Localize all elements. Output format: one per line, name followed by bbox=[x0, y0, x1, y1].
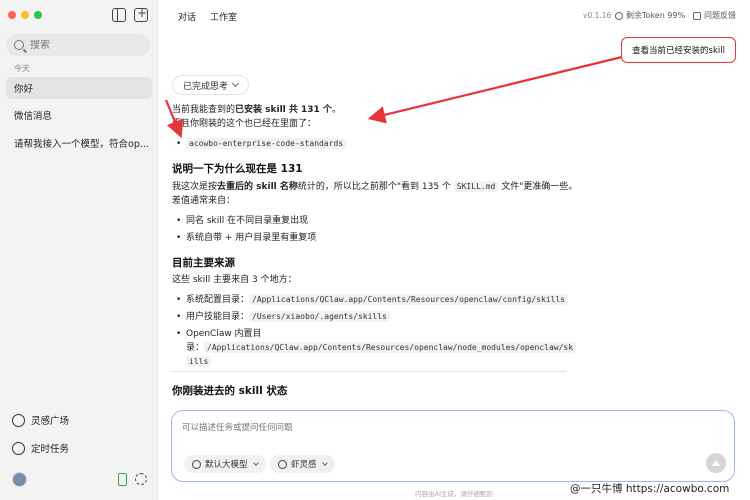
chevron-down-icon bbox=[231, 79, 240, 88]
clock-icon bbox=[12, 441, 25, 455]
inspiration-square-label: 灵感广场 bbox=[31, 416, 70, 427]
watermark: @一只牛博 https://acowbo.com bbox=[570, 483, 730, 495]
inspiration-square-button[interactable]: 灵感广场 bbox=[12, 413, 69, 427]
list-item: 系统自带 + 用户目录里有重复项 bbox=[176, 231, 316, 245]
search-input[interactable] bbox=[30, 39, 140, 51]
search-icon bbox=[14, 40, 24, 50]
list-item: 系统配置目录：/Applications/QClaw.app/Contents/… bbox=[176, 293, 569, 307]
message-input[interactable] bbox=[182, 421, 722, 437]
feedback-icon bbox=[693, 11, 701, 20]
maximize-window-button[interactable] bbox=[34, 11, 42, 19]
chat-item[interactable]: 请帮我接入一个模型，符合op... bbox=[6, 132, 152, 154]
tab-chat[interactable]: 对话 bbox=[178, 10, 196, 23]
gear-icon[interactable] bbox=[135, 473, 147, 485]
minimize-window-button[interactable] bbox=[21, 11, 29, 19]
ai-disclaimer: 内容由AI生成，请仔细甄别 bbox=[415, 490, 493, 498]
scheduled-tasks-button[interactable]: 定时任务 bbox=[12, 441, 69, 455]
composer: 默认大模型 虾灵感 bbox=[171, 410, 735, 482]
model-select[interactable]: 默认大模型 bbox=[184, 455, 266, 473]
search-box[interactable] bbox=[6, 34, 150, 56]
annotation-callout: 查看当前已经安装的skill bbox=[621, 37, 736, 63]
avatar[interactable] bbox=[12, 472, 27, 487]
explanation-line: 我这次是按去重后的 skill 名称统计的，所以比之前那个"看到 135 个 S… bbox=[172, 181, 578, 192]
section-label-today: 今天 bbox=[14, 64, 30, 73]
list-item: OpenClaw 内置目 bbox=[176, 327, 262, 341]
token-icon bbox=[615, 11, 623, 20]
chat-item[interactable]: 你好 bbox=[6, 77, 152, 99]
token-indicator: 剩余Token 99% bbox=[615, 10, 685, 21]
new-chat-icon[interactable] bbox=[134, 6, 148, 22]
list-item: acowbo-enterprise-code-standards bbox=[176, 137, 347, 151]
summary-line-2: 而且你刚装的这个也已经在里面了： bbox=[172, 119, 317, 129]
inspiration-select[interactable]: 虾灵感 bbox=[270, 455, 335, 473]
chevron-down-icon bbox=[321, 459, 328, 466]
sidebar: 今天 你好 微信消息 请帮我接入一个模型，符合op... 灵感广场 定时任务 bbox=[0, 0, 158, 500]
inspiration-select-label: 虾灵感 bbox=[291, 460, 317, 470]
list-item-continuation: ills bbox=[186, 355, 212, 369]
model-select-label: 默认大模型 bbox=[205, 460, 248, 470]
thinking-label: 已完成思考 bbox=[183, 81, 229, 92]
tab-studio[interactable]: 工作室 bbox=[210, 10, 237, 23]
chat-item[interactable]: 微信消息 bbox=[6, 104, 152, 126]
send-button[interactable] bbox=[706, 453, 726, 473]
summary-line: 当前我能查到的已安装 skill 共 131 个。 bbox=[172, 105, 341, 115]
list-item-continuation: 录：/Applications/QClaw.app/Contents/Resou… bbox=[186, 341, 577, 355]
explanation-line-2: 差值通常来自： bbox=[172, 196, 236, 206]
heading-why: 说明一下为什么现在是 131 bbox=[172, 163, 303, 175]
arrow-to-count bbox=[367, 55, 623, 124]
list-item: 用户技能目录：/Users/xiaobo/.agents/skills bbox=[176, 310, 390, 324]
thinking-toggle[interactable]: 已完成思考 bbox=[172, 75, 250, 95]
toggle-sidebar-icon[interactable] bbox=[112, 8, 126, 22]
scheduled-tasks-label: 定时任务 bbox=[31, 444, 70, 455]
window-controls bbox=[8, 11, 42, 19]
heading-sources: 目前主要来源 bbox=[172, 257, 235, 269]
feedback-button[interactable]: 问题反馈 bbox=[693, 10, 736, 21]
header: 对话 工作室 v0.1.16 剩余Token 99% 问题反馈 bbox=[158, 0, 750, 30]
version-label: v0.1.16 bbox=[583, 11, 612, 20]
divider bbox=[172, 371, 566, 372]
installed-skill-code: acowbo-enterprise-code-standards bbox=[186, 138, 347, 149]
heading-status: 你刚装进去的 skill 状态 bbox=[172, 385, 288, 397]
chevron-down-icon bbox=[252, 459, 259, 466]
sources-intro: 这些 skill 主要来自 3 个地方： bbox=[172, 275, 297, 285]
sparkle-icon bbox=[278, 459, 287, 469]
feedback-label: 问题反馈 bbox=[704, 11, 736, 20]
cube-icon bbox=[192, 459, 201, 469]
smile-icon bbox=[12, 413, 25, 427]
close-window-button[interactable] bbox=[8, 11, 16, 19]
token-label: 剩余Token 99% bbox=[626, 11, 686, 20]
list-item: 同名 skill 在不同目录重复出现 bbox=[176, 214, 308, 228]
phone-icon[interactable] bbox=[118, 473, 127, 486]
